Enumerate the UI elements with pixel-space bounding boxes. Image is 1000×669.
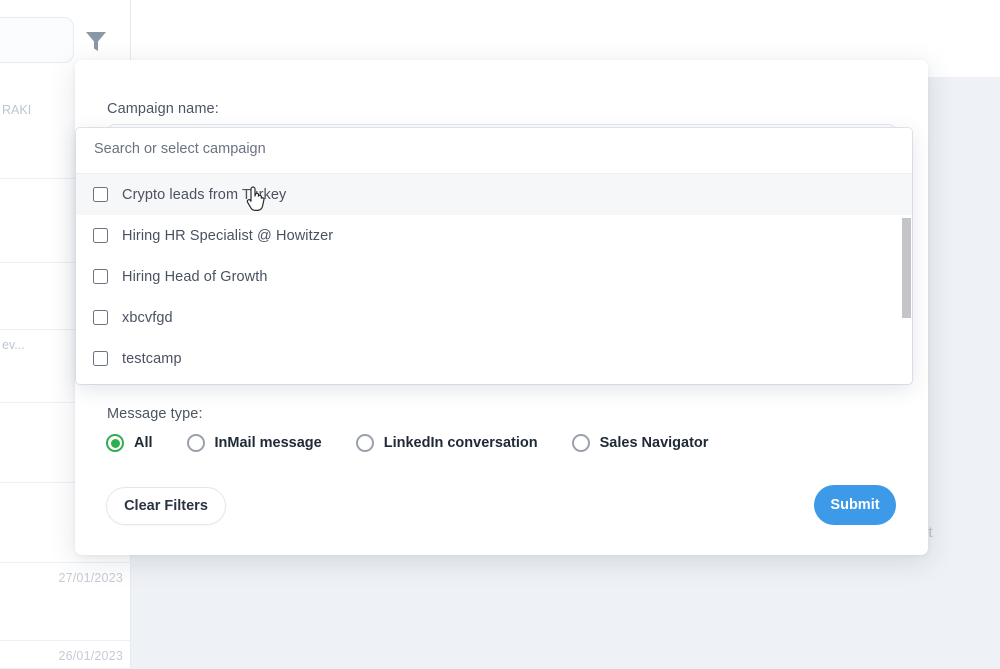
submit-button[interactable]: Submit [814, 485, 896, 525]
table-row-name: RAKI [2, 103, 31, 117]
dropdown-option[interactable]: Hiring HR Specialist @ Howitzer [76, 215, 912, 256]
dropdown-option[interactable]: testcamp [76, 338, 912, 379]
dropdown-option-label: testcamp [122, 351, 182, 367]
checkbox-icon[interactable] [93, 351, 108, 366]
radio-button-icon[interactable] [572, 434, 590, 452]
radio-button-icon[interactable] [106, 434, 124, 452]
radio-option-label: All [134, 435, 153, 451]
table-row[interactable]: 27/01/2023 [0, 563, 131, 641]
dropdown-search-field[interactable]: Search or select campaign [76, 128, 912, 174]
checkbox-icon[interactable] [93, 228, 108, 243]
campaign-dropdown: Search or select campaign Crypto leads f… [76, 128, 912, 384]
message-type-label: Message type: [107, 406, 203, 422]
dropdown-option-label: Hiring Head of Growth [122, 269, 268, 285]
table-row-date: 26/01/2023 [58, 649, 123, 663]
funnel-icon[interactable] [84, 28, 108, 54]
dropdown-option-label: xbcvfgd [122, 310, 173, 326]
radio-option-label: Sales Navigator [600, 435, 709, 451]
dropdown-search-placeholder: Search or select campaign [94, 141, 266, 157]
table-row[interactable]: 26/01/2023 [0, 641, 131, 669]
radio-option-label: InMail message [215, 435, 322, 451]
table-row-date: 27/01/2023 [58, 571, 123, 585]
checkbox-icon[interactable] [93, 310, 108, 325]
radio-option-label: LinkedIn conversation [384, 435, 538, 451]
background-search-box[interactable] [0, 17, 74, 63]
dropdown-option[interactable]: xbcvfgd [76, 297, 912, 338]
message-type-radio-option[interactable]: InMail message [187, 434, 322, 452]
dropdown-option-label: Hiring HR Specialist @ Howitzer [122, 228, 333, 244]
campaign-name-label: Campaign name: [107, 101, 219, 117]
message-type-radio-option[interactable]: Sales Navigator [572, 434, 709, 452]
dropdown-option[interactable]: Crypto leads from Turkey [76, 174, 912, 215]
radio-button-icon[interactable] [356, 434, 374, 452]
dropdown-option-label: Crypto leads from Turkey [122, 187, 286, 203]
radio-button-icon[interactable] [187, 434, 205, 452]
message-type-radio-group: All InMail message LinkedIn conversation Sa… [106, 434, 742, 452]
dropdown-scrollbar-track[interactable] [902, 174, 912, 384]
radio-selected-dot [111, 439, 120, 448]
message-type-radio-option[interactable]: All [106, 434, 153, 452]
dropdown-scrollbar-thumb[interactable] [902, 218, 911, 318]
message-type-radio-option[interactable]: LinkedIn conversation [356, 434, 538, 452]
table-row-name: ev... [2, 338, 25, 352]
checkbox-icon[interactable] [93, 269, 108, 284]
clear-filters-button[interactable]: Clear Filters [106, 487, 226, 525]
checkbox-icon[interactable] [93, 187, 108, 202]
app-root: RAKI31/01/230/01/2In29/01/2ev...28/01/22… [0, 0, 1000, 669]
dropdown-option[interactable]: Hiring Head of Growth [76, 256, 912, 297]
